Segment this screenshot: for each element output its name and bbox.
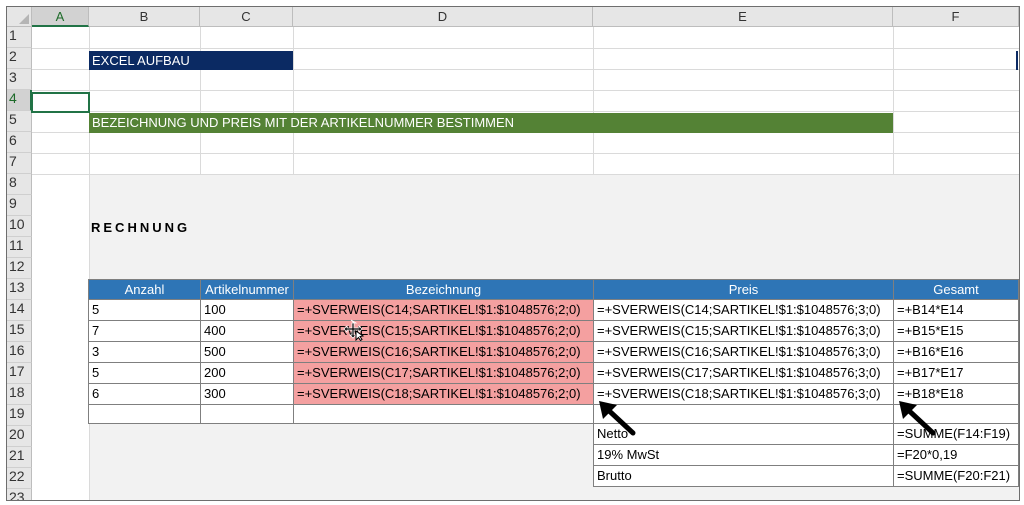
- select-all-corner[interactable]: [7, 7, 32, 27]
- table-cell[interactable]: =+B14*E14: [893, 299, 1019, 321]
- summary-label-mwst[interactable]: 19% MwSt: [593, 444, 894, 466]
- column-header-d[interactable]: D: [293, 7, 593, 27]
- row-header-21[interactable]: 21: [7, 447, 32, 468]
- table-cell[interactable]: =+B17*E17: [893, 362, 1019, 384]
- column-header-b[interactable]: B: [89, 7, 200, 27]
- gridline: [32, 48, 1019, 49]
- active-cell-a4[interactable]: [31, 92, 90, 113]
- arrow-pointer-icon: [899, 401, 936, 436]
- table-cell[interactable]: 300: [200, 383, 294, 405]
- subtitle-cell[interactable]: BEZEICHNUNG UND PREIS MIT DER ARTIKELNUM…: [89, 113, 893, 133]
- table-cell[interactable]: 100: [200, 299, 294, 321]
- gridline: [32, 153, 1019, 154]
- table-cell[interactable]: =+B15*E15: [893, 320, 1019, 342]
- cell-edge-marker: [1016, 51, 1018, 70]
- table-cell[interactable]: =+SVERWEIS(C17;SARTIKEL!$1:$1048576;2;0): [293, 362, 594, 384]
- row-header-17[interactable]: 17: [7, 363, 32, 384]
- worksheet-grid[interactable]: A B C D E F 1 2 3 4 5 6 7 8 9 10 11 12 1…: [7, 7, 1019, 500]
- row-header-15[interactable]: 15: [7, 321, 32, 342]
- row-header-16[interactable]: 16: [7, 342, 32, 363]
- table-cell[interactable]: =+SVERWEIS(C16;SARTIKEL!$1:$1048576;3;0): [593, 341, 894, 363]
- table-cell[interactable]: =+SVERWEIS(C14;SARTIKEL!$1:$1048576;3;0): [593, 299, 894, 321]
- row-header-14[interactable]: 14: [7, 300, 32, 321]
- row-header-19[interactable]: 19: [7, 405, 32, 426]
- table-cell[interactable]: 6: [88, 383, 201, 405]
- table-cell[interactable]: =+SVERWEIS(C15;SARTIKEL!$1:$1048576;2;0): [293, 320, 594, 342]
- row-header-10[interactable]: 10: [7, 216, 32, 237]
- table-cell[interactable]: 5: [88, 299, 201, 321]
- column-header-e[interactable]: E: [593, 7, 893, 27]
- row-header-4[interactable]: 4: [7, 90, 32, 111]
- row-header-20[interactable]: 20: [7, 426, 32, 447]
- table-cell[interactable]: 200: [200, 362, 294, 384]
- column-header-a[interactable]: A: [32, 7, 89, 27]
- header-bezeichnung[interactable]: Bezeichnung: [293, 279, 594, 300]
- arrow-pointer-icon: [599, 401, 636, 436]
- header-artikelnummer[interactable]: Artikelnummer: [200, 279, 294, 300]
- header-preis[interactable]: Preis: [593, 279, 894, 300]
- gridline: [32, 90, 1019, 91]
- table-cell[interactable]: [88, 404, 201, 424]
- gridline: [32, 111, 1019, 112]
- row-header-5[interactable]: 5: [7, 111, 32, 132]
- table-cell[interactable]: 3: [88, 341, 201, 363]
- row-header-18[interactable]: 18: [7, 384, 32, 405]
- spreadsheet-window: A B C D E F 1 2 3 4 5 6 7 8 9 10 11 12 1…: [6, 6, 1020, 501]
- row-header-11[interactable]: 11: [7, 237, 32, 258]
- column-header-f[interactable]: F: [893, 7, 1019, 27]
- gridline: [32, 174, 1019, 175]
- table-cell[interactable]: 400: [200, 320, 294, 342]
- row-header-22[interactable]: 22: [7, 468, 32, 489]
- row-header-6[interactable]: 6: [7, 132, 32, 153]
- row-header-2[interactable]: 2: [7, 48, 32, 69]
- table-cell[interactable]: 7: [88, 320, 201, 342]
- move-cursor-icon: [343, 319, 365, 341]
- row-header-12[interactable]: 12: [7, 258, 32, 279]
- table-cell[interactable]: =+SVERWEIS(C14;SARTIKEL!$1:$1048576;2;0): [293, 299, 594, 321]
- table-cell[interactable]: =+SVERWEIS(C16;SARTIKEL!$1:$1048576;2;0): [293, 341, 594, 363]
- table-cell[interactable]: =+SVERWEIS(C15;SARTIKEL!$1:$1048576;3;0): [593, 320, 894, 342]
- column-header-c[interactable]: C: [200, 7, 293, 27]
- row-header-1[interactable]: 1: [7, 27, 32, 48]
- title-cell[interactable]: EXCEL AUFBAU: [89, 51, 293, 70]
- table-cell[interactable]: [293, 404, 594, 424]
- table-cell[interactable]: =+B16*E16: [893, 341, 1019, 363]
- table-cell[interactable]: =+SVERWEIS(C17;SARTIKEL!$1:$1048576;3;0): [593, 362, 894, 384]
- header-gesamt[interactable]: Gesamt: [893, 279, 1019, 300]
- row-header-9[interactable]: 9: [7, 195, 32, 216]
- summary-formula-brutto[interactable]: =SUMME(F20:F21): [893, 465, 1019, 487]
- table-cell[interactable]: 500: [200, 341, 294, 363]
- summary-formula-mwst[interactable]: =F20*0,19: [893, 444, 1019, 466]
- row-header-3[interactable]: 3: [7, 69, 32, 90]
- table-cell[interactable]: 5: [88, 362, 201, 384]
- invoice-heading[interactable]: RECHNUNG: [91, 218, 291, 238]
- row-header-23[interactable]: 23: [7, 489, 32, 500]
- table-cell[interactable]: =+SVERWEIS(C18;SARTIKEL!$1:$1048576;2;0): [293, 383, 594, 405]
- header-anzahl[interactable]: Anzahl: [88, 279, 201, 300]
- summary-label-brutto[interactable]: Brutto: [593, 465, 894, 487]
- row-header-13[interactable]: 13: [7, 279, 32, 300]
- row-header-7[interactable]: 7: [7, 153, 32, 174]
- table-cell[interactable]: [200, 404, 294, 424]
- row-header-8[interactable]: 8: [7, 174, 32, 195]
